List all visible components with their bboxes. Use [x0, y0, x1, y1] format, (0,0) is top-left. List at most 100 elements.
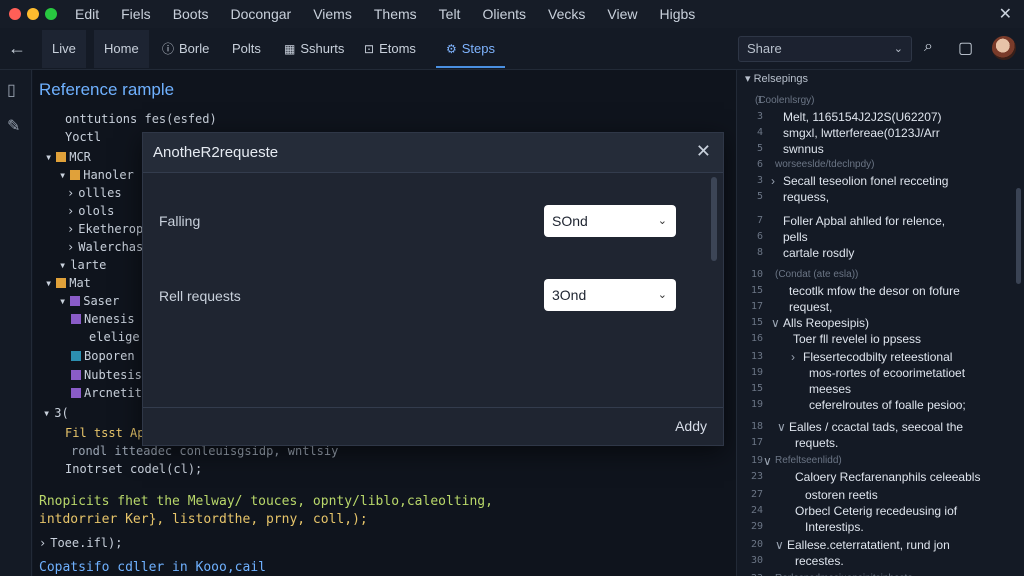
tree-item[interactable]: ▾ Saser	[59, 294, 119, 308]
code-text: Toee.ifl);	[50, 536, 123, 550]
tree-item[interactable]: Nenesis	[71, 312, 135, 326]
tree-item[interactable]: Arcnetits	[71, 386, 149, 400]
window-controls	[9, 8, 57, 20]
gear-icon: ⚙	[446, 42, 457, 56]
line-number: 3	[756, 175, 763, 186]
menu-item-thems[interactable]: Thems	[374, 6, 417, 22]
share-dropdown[interactable]: Share ⌄	[738, 36, 912, 62]
chevron-icon[interactable]: ›	[791, 350, 795, 364]
menu-item-fiels[interactable]: Fiels	[121, 6, 151, 22]
menu-item-boots[interactable]: Boots	[173, 6, 209, 22]
explorer-icon[interactable]: ▯	[7, 80, 16, 100]
tab-borle[interactable]: ⓘ Borle	[152, 30, 219, 68]
line-number: 30	[750, 555, 763, 566]
chevron-icon[interactable]: ∨	[777, 420, 786, 434]
menu-item-viems[interactable]: Viems	[313, 6, 352, 22]
tab-home[interactable]: Home	[94, 30, 149, 68]
line-number: 13	[750, 351, 763, 362]
back-arrow-icon[interactable]: ←	[8, 38, 26, 59]
tab-live[interactable]: Live	[42, 30, 86, 68]
panel-scrollbar[interactable]	[1016, 188, 1021, 284]
tree-item[interactable]: › olols	[67, 204, 114, 218]
line-text: requess,	[783, 190, 830, 204]
chevron-down-icon: ▾	[59, 258, 67, 272]
line-text: Melt, 1165154J2J2S(U62207)	[783, 110, 942, 124]
chevron-icon[interactable]: ∨	[771, 316, 780, 330]
panel-line: 17 requets.	[737, 436, 1024, 452]
panel-header[interactable]: ▾ Relsepings	[745, 72, 808, 85]
tree-item[interactable]: ▾ MCR	[45, 150, 91, 164]
tree-label: ollles	[78, 186, 122, 200]
dialog-footer: Addy	[143, 407, 723, 445]
maximize-window-button[interactable]	[45, 8, 57, 20]
menu-item-docongar[interactable]: Docongar	[231, 6, 292, 22]
line-number: 7	[756, 215, 763, 226]
panel-line: 16 Toer fll revelel io ppsess	[737, 332, 1024, 348]
chevron-icon[interactable]: ∨	[775, 538, 784, 552]
tree-label: Nubtesis	[84, 368, 142, 382]
line-text: Orbecl Ceterig recedeusing iof	[795, 504, 958, 518]
tools-icon[interactable]: ✎	[7, 116, 20, 136]
tree-item[interactable]: › ollles	[67, 186, 122, 200]
line-number: 24	[750, 505, 763, 516]
chevron-down-icon: ⌄	[893, 43, 903, 55]
line-text: Interestips.	[805, 520, 864, 534]
menu-item-vecks[interactable]: Vecks	[548, 6, 585, 22]
tree-label: Saser	[83, 294, 120, 308]
line-text: Eallese.ceterratatient, rund jon	[787, 538, 950, 552]
panel-line: 13 › Flesertecodbilty reteestional	[737, 350, 1024, 366]
rell-requests-select[interactable]: 3Ond ⌄	[544, 279, 676, 311]
tree-label: Mat	[69, 276, 91, 290]
chevron-icon[interactable]: ›	[771, 174, 775, 188]
close-icon[interactable]: ✕	[999, 4, 1012, 24]
tab-etoms[interactable]: ⊡ Etoms	[354, 30, 426, 68]
tree-item[interactable]: ▾ Hanoler	[59, 168, 134, 182]
line-number: 23	[750, 471, 763, 482]
dialog-header: AnotheR2requeste ✕	[143, 133, 723, 173]
code-line: elelige	[89, 330, 140, 344]
chevron-down-icon: ▾	[45, 276, 53, 290]
editor-title: Reference rample	[39, 80, 175, 99]
minimize-window-button[interactable]	[27, 8, 39, 20]
tree-label: Hanoler	[83, 168, 134, 182]
tree-item[interactable]: ▾ 3(	[43, 406, 69, 420]
line-text: Secall teseolion fonel recceting	[783, 174, 949, 188]
tab-sshurts[interactable]: ▦ Sshurts	[274, 30, 354, 68]
line-text: (Condat (ate esla))	[775, 269, 859, 280]
tab-steps[interactable]: ⚙ Steps	[436, 30, 506, 68]
panel-line: 5 swnnus	[737, 142, 1024, 158]
tree-label: Eketherop	[78, 222, 144, 236]
line-text: meeses	[809, 382, 852, 396]
tree-item[interactable]: ▾ Mat	[45, 276, 91, 290]
tree-item[interactable]: Nubtesis	[71, 368, 142, 382]
panel-line: 29 Interestips.	[737, 520, 1024, 536]
tree-item[interactable]: Boporen	[71, 349, 135, 363]
tab-label: Live	[52, 41, 76, 56]
chevron-right-icon: ›	[39, 536, 47, 550]
clipboard-icon[interactable]: ▢	[958, 38, 973, 58]
dialog-scrollbar[interactable]	[711, 177, 717, 261]
tree-label: 3(	[54, 406, 69, 420]
menu-item-view[interactable]: View	[607, 6, 637, 22]
menu-item-higbs[interactable]: Higbs	[659, 6, 695, 22]
close-icon[interactable]: ✕	[696, 141, 711, 162]
menu-item-edit[interactable]: Edit	[75, 6, 99, 22]
search-icon[interactable]: ⌕	[924, 38, 933, 56]
menu-item-telt[interactable]: Telt	[439, 6, 461, 22]
chevron-down-icon: ▾	[43, 406, 51, 420]
chevron-icon[interactable]: ∨	[763, 454, 772, 468]
panel-line: 15 tecotlk mfow the desor on fofure	[737, 284, 1024, 300]
tree-item[interactable]: ▾ larte	[59, 258, 106, 272]
close-window-button[interactable]	[9, 8, 21, 20]
panel-line: 5 requess,	[737, 190, 1024, 206]
line-number: 18	[750, 421, 763, 432]
tab-polts[interactable]: Polts	[222, 30, 271, 68]
tree-item[interactable]: › Eketherop	[67, 222, 143, 236]
tree-item[interactable]: › Walerchas	[67, 240, 143, 254]
menu-item-olients[interactable]: Olients	[482, 6, 526, 22]
avatar[interactable]	[992, 36, 1016, 60]
apply-button[interactable]: Addy	[675, 418, 707, 434]
falling-select[interactable]: SOnd ⌄	[544, 205, 676, 237]
line-number: 16	[750, 333, 763, 344]
line-number: 27	[750, 489, 763, 500]
